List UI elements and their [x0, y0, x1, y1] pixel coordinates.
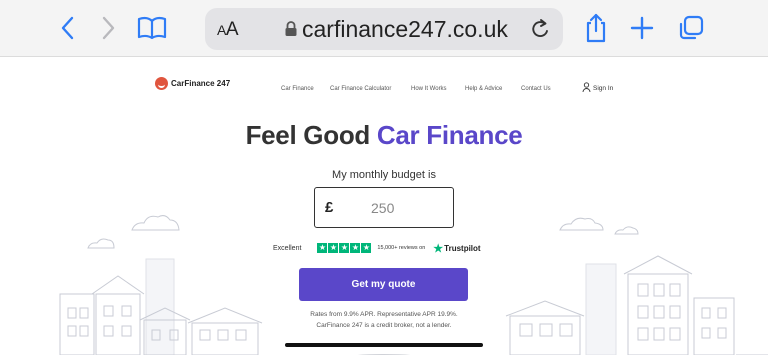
trustpilot-rating-label: Excellent	[273, 244, 302, 252]
back-icon[interactable]	[50, 10, 86, 46]
site-logo[interactable]: CarFinance 247	[155, 77, 230, 90]
currency-symbol: £	[325, 199, 334, 216]
nav-contact-us[interactable]: Contact Us	[521, 86, 551, 92]
legal-disclaimer: Rates from 9.9% APR. Representative APR …	[0, 309, 768, 331]
star-icon: ★	[339, 243, 350, 253]
trustpilot-star-icon: ★	[433, 242, 444, 255]
trustpilot-stars: ★ ★ ★ ★ ★	[317, 243, 372, 253]
web-page: CarFinance 247 Car Finance Car Finance C…	[0, 58, 768, 355]
star-icon: ★	[317, 243, 328, 253]
text-size-button[interactable]: AA	[217, 19, 239, 41]
page-title: Feel Good Car Finance	[245, 120, 523, 150]
new-tab-icon[interactable]	[624, 10, 660, 46]
nav-how-it-works[interactable]: How It Works	[411, 86, 447, 92]
star-icon: ★	[361, 243, 372, 253]
star-icon: ★	[328, 243, 339, 253]
tabs-icon[interactable]	[673, 10, 709, 46]
nav-car-finance-calculator[interactable]: Car Finance Calculator	[330, 86, 391, 92]
nav-car-finance[interactable]: Car Finance	[281, 86, 314, 92]
trustpilot-logo: ★ Trustpilot	[433, 242, 481, 255]
legal-line-broker: CarFinance 247 is a credit broker, not a…	[316, 322, 452, 329]
legal-line-rates: Rates from 9.9% APR. Representative APR …	[310, 311, 458, 318]
lock-icon	[284, 20, 298, 43]
browser-toolbar: AA carfinance247.co.uk	[0, 0, 768, 57]
address-bar[interactable]: AA carfinance247.co.uk	[205, 8, 563, 50]
sign-in-link[interactable]: Sign In	[582, 82, 613, 95]
logo-smile-icon	[155, 77, 168, 90]
get-quote-button[interactable]: Get my quote	[299, 268, 468, 301]
reload-icon[interactable]	[530, 17, 552, 46]
trustpilot-review-count: 15,000+ reviews on	[377, 245, 426, 251]
horizontal-scroll-indicator	[285, 343, 483, 347]
user-icon	[582, 82, 591, 95]
star-icon: ★	[350, 243, 361, 253]
bookmarks-icon[interactable]	[134, 10, 170, 46]
budget-label: My monthly budget is	[332, 169, 436, 181]
nav-help-advice[interactable]: Help & Advice	[465, 86, 502, 92]
share-icon[interactable]	[578, 10, 614, 46]
url-text[interactable]: carfinance247.co.uk	[302, 16, 508, 43]
budget-input[interactable]: £ 250	[314, 187, 454, 228]
budget-value[interactable]: 250	[371, 200, 394, 216]
trustpilot-widget[interactable]: Excellent ★ ★ ★ ★ ★ 15,000+ reviews on ★…	[273, 242, 481, 255]
forward-icon[interactable]	[90, 10, 126, 46]
